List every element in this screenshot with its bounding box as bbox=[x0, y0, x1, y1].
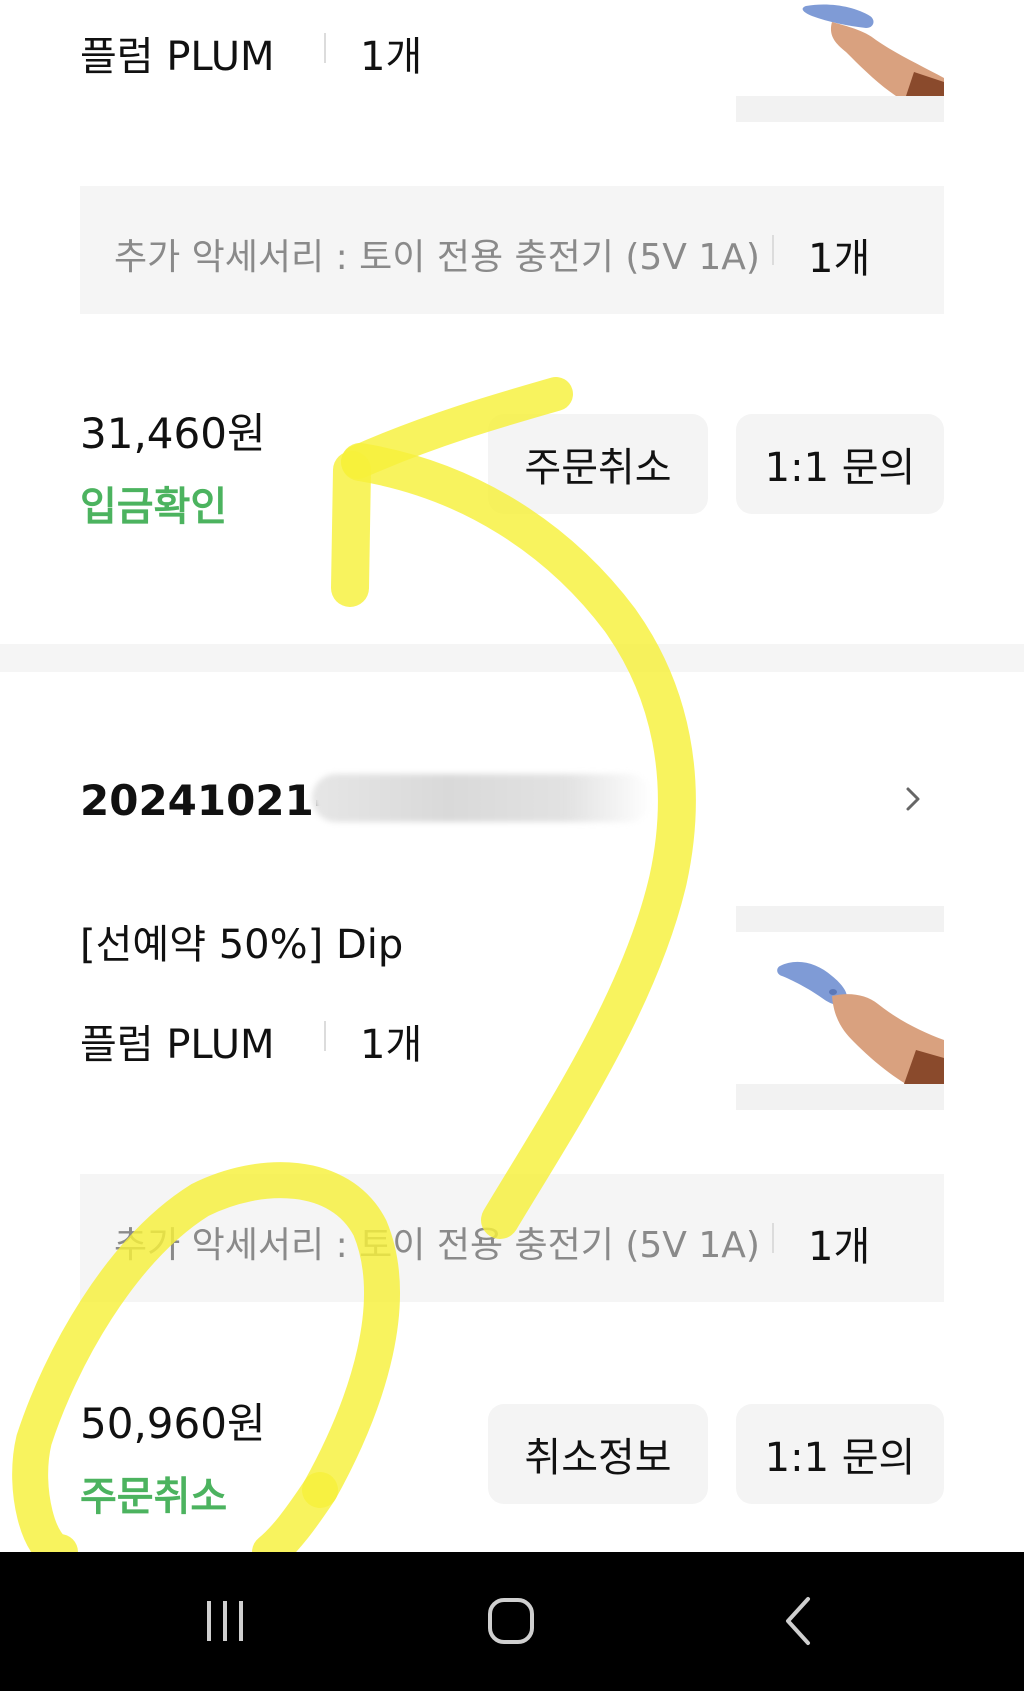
accessory-quantity: 1개 bbox=[808, 236, 871, 282]
divider-line bbox=[772, 235, 774, 265]
chevron-right-icon[interactable] bbox=[900, 786, 926, 812]
inquiry-button[interactable]: 1:1 문의 bbox=[736, 1404, 944, 1504]
product-photo-icon bbox=[802, 4, 944, 96]
recent-apps-button[interactable] bbox=[175, 1576, 275, 1666]
order-status: 주문취소 bbox=[80, 1474, 228, 1520]
product-image-header bbox=[736, 906, 944, 932]
inquiry-button[interactable]: 1:1 문의 bbox=[736, 414, 944, 514]
accessory-row: 추가 악세서리 : 토이 전용 충전기 (5V 1A) 1개 bbox=[80, 1174, 944, 1302]
cancel-order-button[interactable]: 주문취소 bbox=[488, 414, 708, 514]
accessory-quantity: 1개 bbox=[808, 1224, 871, 1270]
accessory-row: 추가 악세서리 : 토이 전용 충전기 (5V 1A) 1개 bbox=[80, 186, 944, 314]
divider-line bbox=[324, 1021, 326, 1051]
order-price: 31,460원 bbox=[80, 409, 266, 458]
option-name: 플럼 PLUM bbox=[80, 1022, 275, 1068]
option-name: 플럼 PLUM bbox=[80, 34, 275, 80]
option-quantity: 1개 bbox=[360, 1022, 423, 1068]
product-image-footer bbox=[736, 1084, 944, 1110]
back-button[interactable] bbox=[748, 1576, 848, 1666]
order-list: 플럼 PLUM 1개 추가 악세서리 : 토이 전용 충전기 (5V 1A) 1… bbox=[0, 0, 1024, 1552]
product-image[interactable] bbox=[736, 932, 944, 1084]
back-icon bbox=[786, 1597, 810, 1645]
product-image-footer bbox=[736, 96, 944, 122]
order-number: 20241021- bbox=[80, 776, 332, 825]
product-photo-icon bbox=[777, 961, 944, 1084]
option-quantity: 1개 bbox=[360, 34, 423, 80]
divider-line bbox=[772, 1223, 774, 1253]
home-button[interactable] bbox=[461, 1576, 561, 1666]
product-image[interactable] bbox=[736, 0, 944, 96]
product-title: [선예약 50%] Dip bbox=[80, 922, 404, 968]
order-status: 입금확인 bbox=[80, 484, 228, 530]
recent-apps-icon bbox=[207, 1601, 243, 1641]
section-divider bbox=[0, 644, 1024, 672]
cancel-info-button[interactable]: 취소정보 bbox=[488, 1404, 708, 1504]
accessory-label: 추가 악세서리 : 토이 전용 충전기 (5V 1A) bbox=[114, 1225, 760, 1266]
home-icon bbox=[488, 1598, 534, 1644]
divider-line bbox=[324, 33, 326, 63]
redacted-order-number bbox=[312, 774, 652, 822]
system-navigation-bar bbox=[0, 1552, 1024, 1691]
accessory-label: 추가 악세서리 : 토이 전용 충전기 (5V 1A) bbox=[114, 237, 760, 278]
order-price: 50,960원 bbox=[80, 1399, 266, 1448]
